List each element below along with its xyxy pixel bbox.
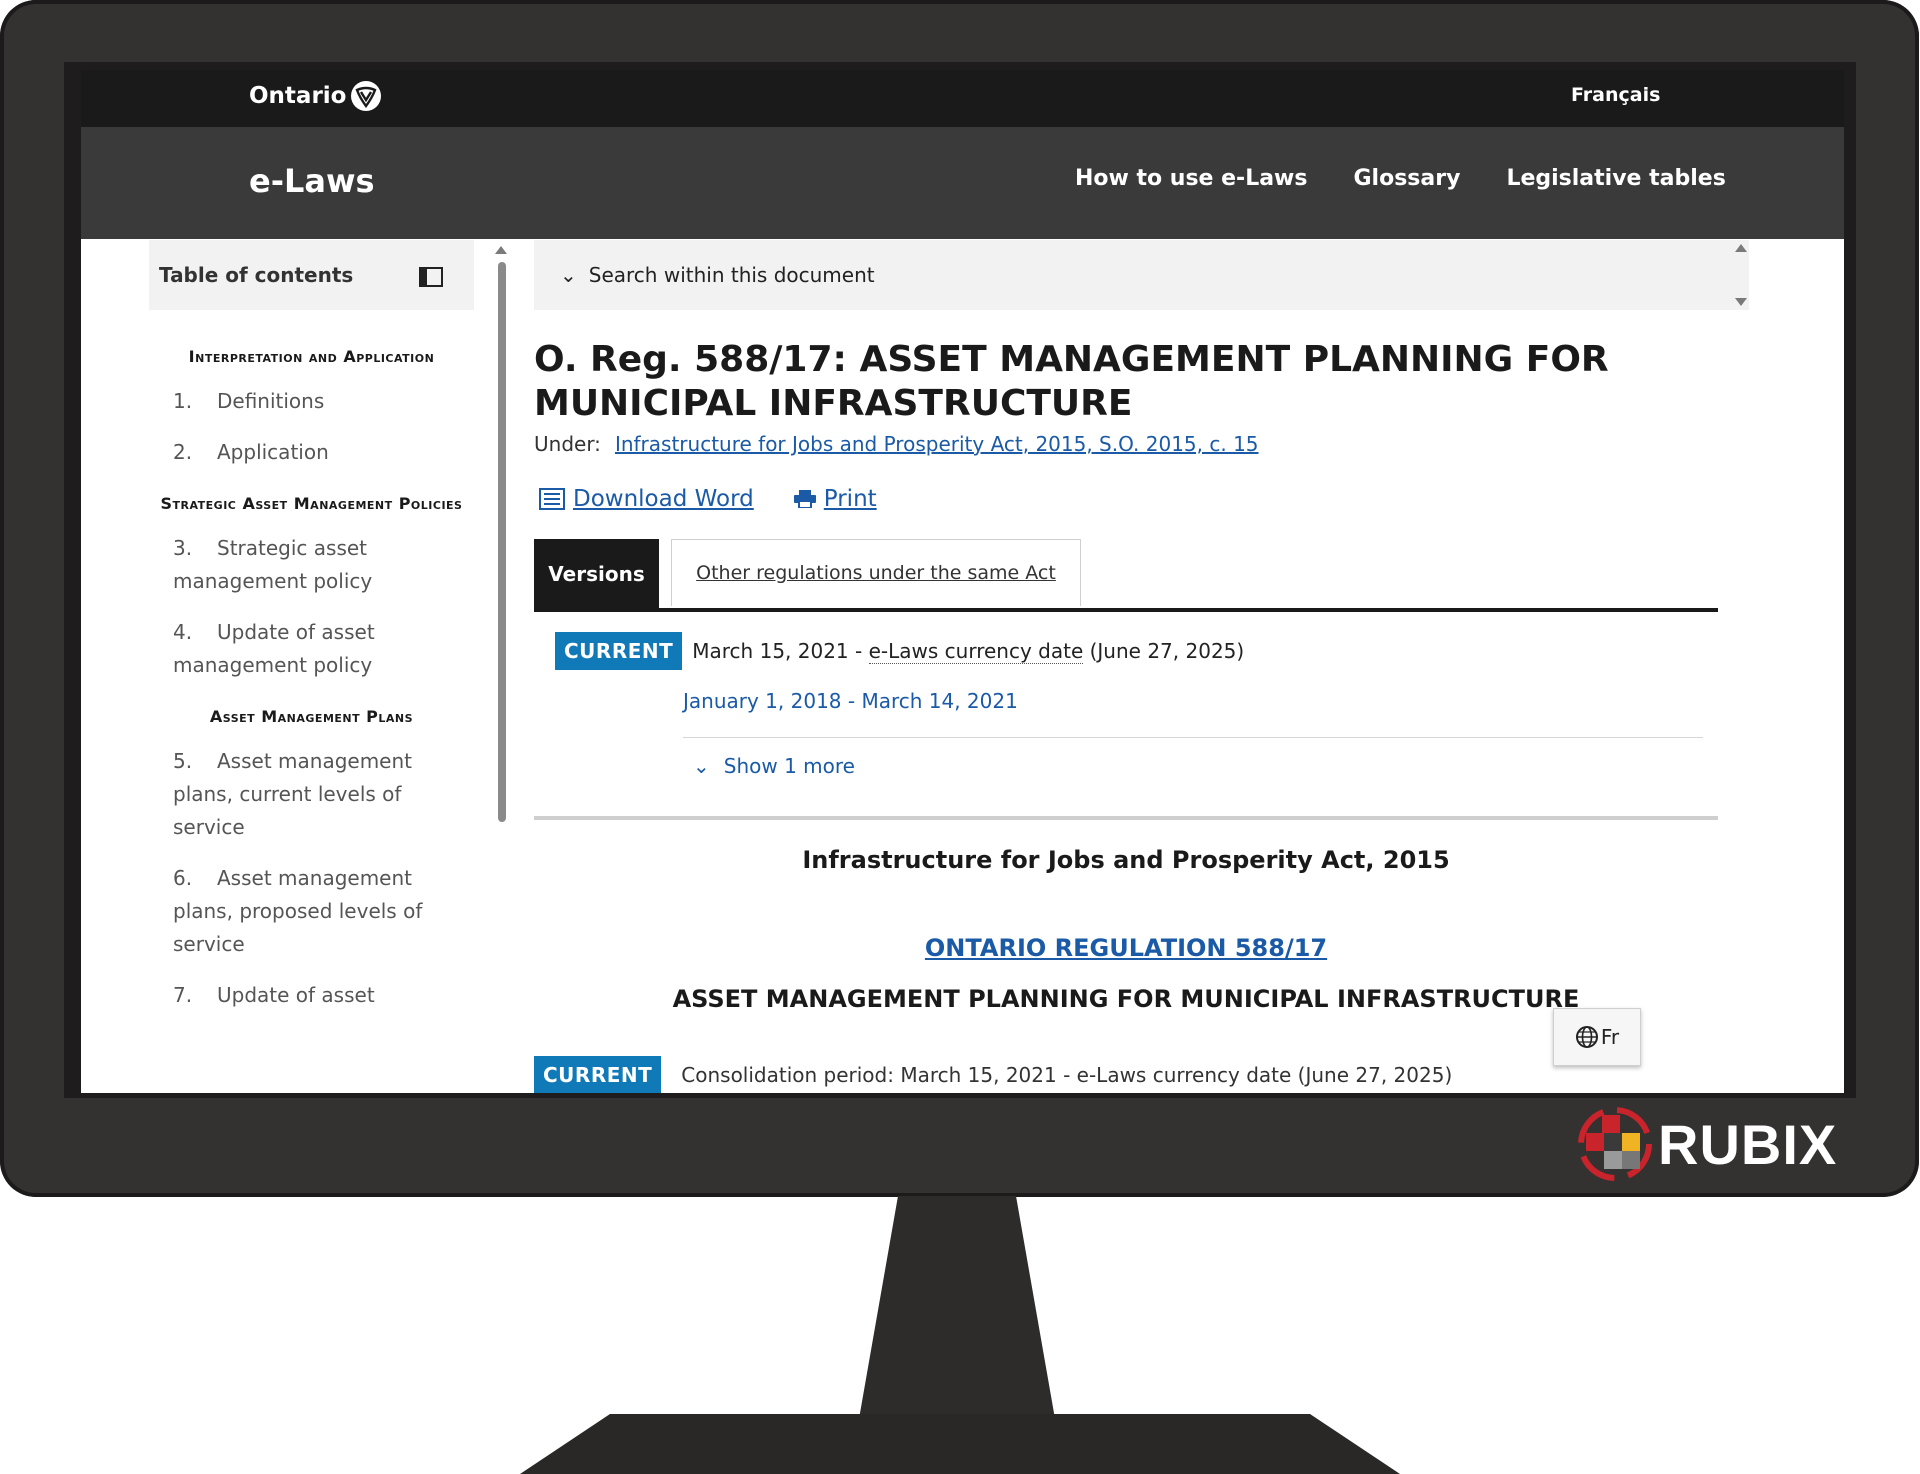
regulation-number-link[interactable]: ONTARIO REGULATION 588/17 (534, 934, 1718, 962)
tab-other-regulations[interactable]: Other regulations under the same Act (671, 539, 1081, 606)
toc-item[interactable]: 5. Asset management plans, current levels… (173, 745, 474, 844)
divider (683, 737, 1703, 738)
regulation-title: ASSET MANAGEMENT PLANNING FOR MUNICIPAL … (672, 985, 1580, 1013)
document-icon (539, 488, 565, 510)
current-version-row: CURRENT March 15, 2021 - e-Laws currency… (555, 632, 1244, 670)
toc-item[interactable]: 4. Update of asset management policy (173, 616, 474, 682)
print-label: Print (823, 486, 877, 512)
language-toggle-link[interactable]: Français (1571, 84, 1660, 106)
under-label: Under: (534, 432, 601, 456)
toc-item[interactable]: 6. Asset management plans, proposed level… (173, 862, 474, 961)
currency-date-term[interactable]: e-Laws currency date (868, 639, 1084, 664)
show-more-label: Show 1 more (723, 754, 855, 778)
consolidation-row: CURRENT Consolidation period: March 15, … (534, 1056, 1452, 1093)
version-tabs: Versions Other regulations under the sam… (534, 539, 1718, 612)
toc-item[interactable]: 7. Update of asset (173, 979, 474, 1012)
sidebar-scroll-up-arrow[interactable] (495, 246, 507, 254)
rubix-wordmark: RUBIX (1658, 1112, 1838, 1176)
toc-item[interactable]: 3. Strategic asset management policy (173, 532, 474, 598)
consolidation-period-text: Consolidation period: March 15, 2021 - e… (681, 1063, 1453, 1087)
table-of-contents: Interpretation and Application 1. Definit… (149, 340, 474, 1030)
rubix-cube-icon (1578, 1107, 1652, 1181)
monitor-stand-neck (856, 1196, 1058, 1436)
toc-section-heading[interactable]: Strategic Asset Management Policies (149, 487, 474, 520)
print-button[interactable]: Print (793, 486, 877, 512)
current-badge: CURRENT (555, 632, 683, 670)
ontario-wordmark: Ontario (249, 83, 347, 109)
trillium-icon (351, 81, 382, 111)
content-scroll-up-arrow[interactable] (1735, 244, 1747, 252)
monitor-stand-base (520, 1414, 1400, 1474)
search-within-document-toggle[interactable]: ⌄ Search within this document (534, 240, 1749, 310)
under-act-line: Under: Infrastructure for Jobs and Prospe… (534, 432, 1259, 456)
act-name-heading: Infrastructure for Jobs and Prosperity A… (802, 846, 1450, 874)
page-title: O. Reg. 588/17: ASSET MANAGEMENT PLANNIN… (534, 339, 1609, 424)
french-language-button[interactable]: Fr (1553, 1008, 1641, 1066)
site-title[interactable]: e-Laws (249, 162, 375, 200)
previous-version-link[interactable]: January 1, 2018 - March 14, 2021 (683, 689, 1018, 713)
toc-title: Table of contents (159, 263, 354, 287)
header-nav: How to use e-Laws Glossary Legislative t… (1075, 166, 1772, 191)
rubix-logo: RUBIX (1578, 1106, 1837, 1182)
ontario-logo[interactable]: Ontario (249, 80, 382, 112)
toc-item[interactable]: 2. Application (173, 436, 474, 469)
toc-section-heading[interactable]: Interpretation and Application (149, 340, 474, 373)
chevron-down-icon: ⌄ (560, 263, 577, 287)
printer-icon (793, 490, 816, 508)
current-badge: CURRENT (534, 1056, 662, 1093)
nav-glossary[interactable]: Glossary (1353, 166, 1460, 191)
document-actions: Download Word Print (539, 486, 917, 512)
toc-item[interactable]: 1. Definitions (173, 385, 474, 418)
chevron-down-icon: ⌄ (693, 754, 710, 778)
tab-versions[interactable]: Versions (534, 539, 659, 608)
sidebar-scrollbar-thumb[interactable] (498, 262, 506, 822)
content-scroll-down-arrow[interactable] (1735, 298, 1747, 306)
fr-label: Fr (1600, 1025, 1620, 1049)
download-word-label: Download Word (573, 486, 754, 512)
current-version-text: March 15, 2021 - e-Laws currency date (J… (692, 639, 1245, 664)
toc-header: Table of contents (149, 240, 474, 310)
nav-how-to-use[interactable]: How to use e-Laws (1075, 166, 1307, 191)
sidebar-toggle-icon[interactable] (419, 267, 443, 287)
toc-section-heading[interactable]: Asset Management Plans (149, 700, 474, 733)
section-divider (534, 816, 1718, 820)
browser-screen: Ontario Français e-Laws How to use e-Law… (81, 70, 1844, 1093)
show-more-button[interactable]: ⌄ Show 1 more (693, 754, 855, 778)
nav-legislative-tables[interactable]: Legislative tables (1506, 166, 1725, 191)
download-word-button[interactable]: Download Word (539, 486, 754, 512)
globe-icon (1575, 1026, 1598, 1048)
parent-act-link[interactable]: Infrastructure for Jobs and Prosperity A… (615, 432, 1259, 456)
search-within-label: Search within this document (588, 263, 875, 287)
